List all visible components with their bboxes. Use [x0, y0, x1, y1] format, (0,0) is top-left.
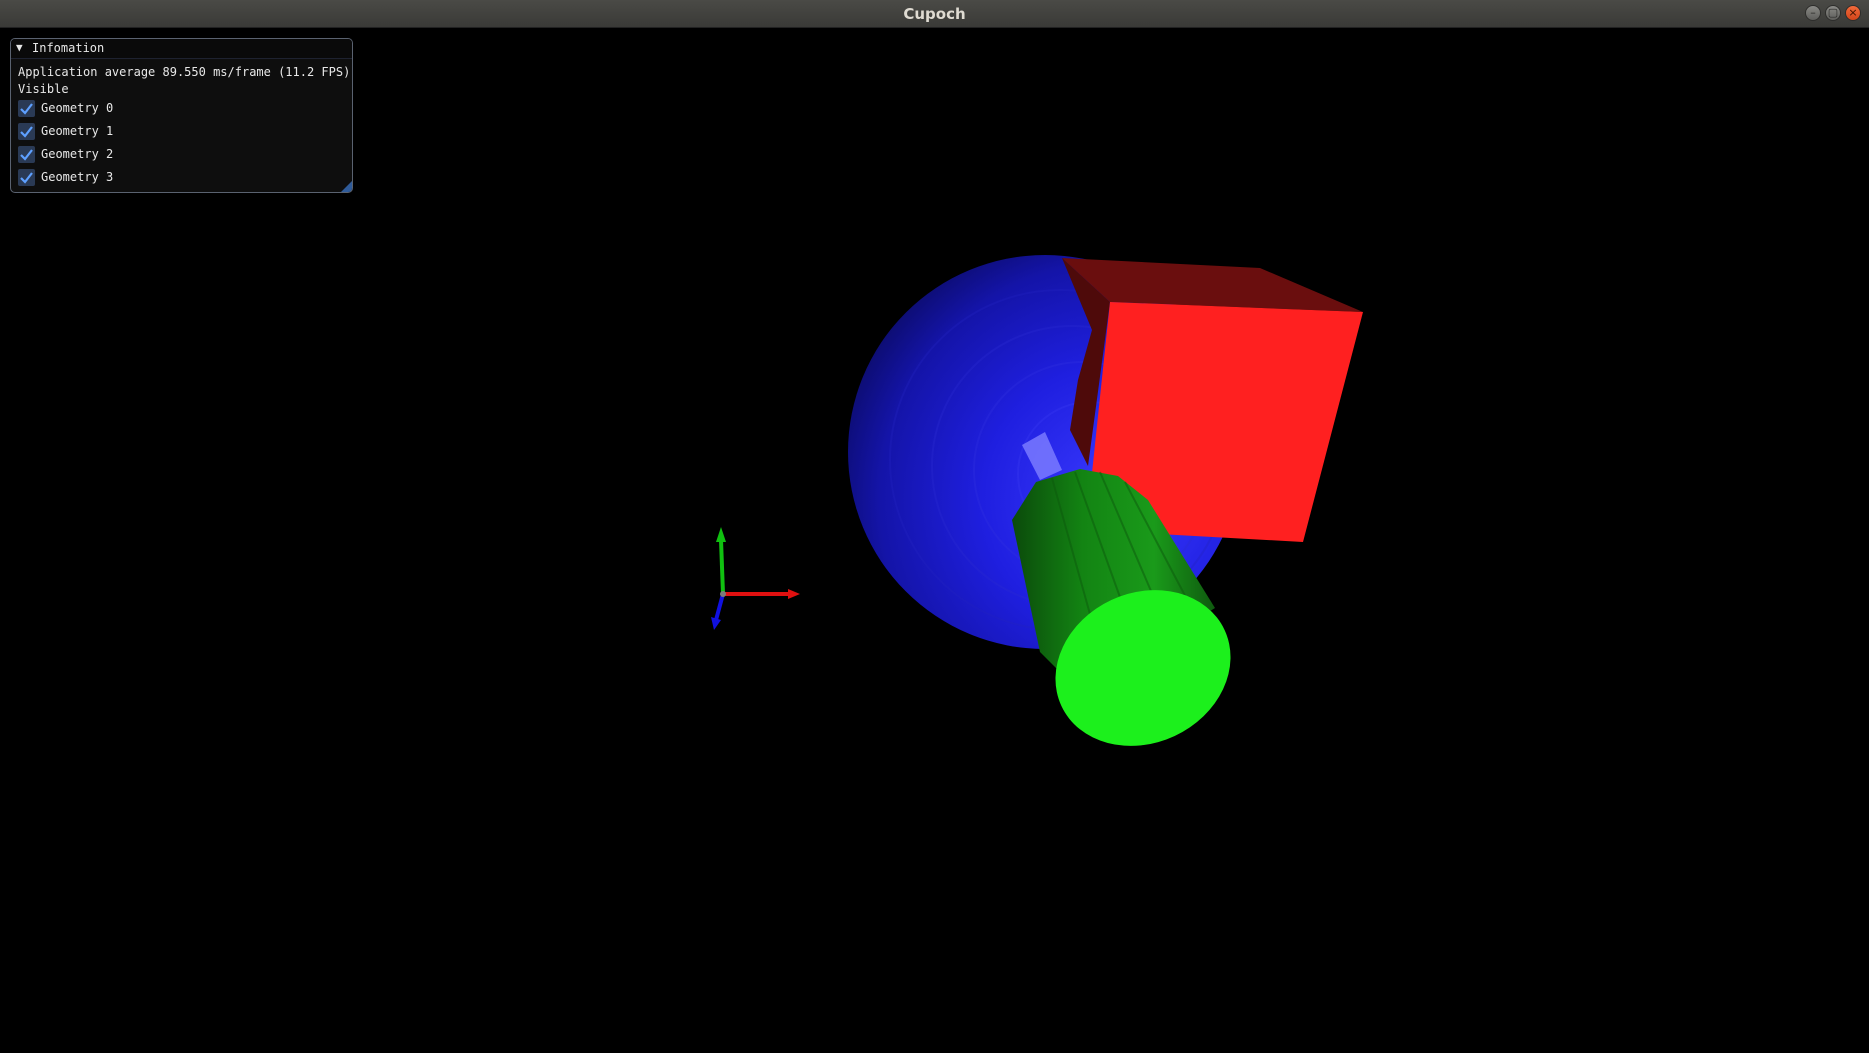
panel-title: Infomation — [32, 41, 105, 55]
visible-label: Visible — [18, 82, 69, 96]
geometry-2-toggle[interactable]: Geometry 2 — [18, 145, 113, 163]
app-window: Cupoch – ▢ × ▼ Infomation Application av… — [0, 0, 1869, 1053]
geometry-3-toggle[interactable]: Geometry 3 — [18, 168, 113, 186]
panel-header[interactable]: ▼ Infomation — [11, 39, 352, 59]
window-controls: – ▢ × — [1805, 5, 1861, 21]
collapse-arrow-icon[interactable]: ▼ — [16, 41, 23, 54]
geometry-1-toggle[interactable]: Geometry 1 — [18, 122, 113, 140]
check-icon — [20, 148, 33, 161]
checkbox[interactable] — [18, 145, 35, 163]
checkbox-label: Geometry 3 — [41, 170, 114, 184]
checkbox[interactable] — [18, 99, 35, 117]
resize-grip[interactable] — [341, 181, 352, 192]
checkbox[interactable] — [18, 168, 35, 186]
coordinate-axes — [711, 527, 800, 630]
checkbox-label: Geometry 2 — [41, 147, 114, 161]
minimize-button[interactable]: – — [1805, 5, 1821, 21]
check-icon — [20, 125, 33, 138]
checkbox[interactable] — [18, 122, 35, 140]
title-bar[interactable]: Cupoch – ▢ × — [0, 0, 1869, 28]
check-icon — [20, 102, 33, 115]
checkbox-label: Geometry 1 — [41, 124, 114, 138]
close-button[interactable]: × — [1845, 5, 1861, 21]
geometry-0-toggle[interactable]: Geometry 0 — [18, 99, 113, 117]
maximize-button[interactable]: ▢ — [1825, 5, 1841, 21]
fps-text: Application average 89.550 ms/frame (11.… — [18, 65, 351, 79]
checkbox-label: Geometry 0 — [41, 101, 114, 115]
info-panel[interactable]: ▼ Infomation Application average 89.550 … — [10, 38, 353, 193]
window-title: Cupoch — [903, 5, 966, 23]
check-icon — [20, 171, 33, 184]
